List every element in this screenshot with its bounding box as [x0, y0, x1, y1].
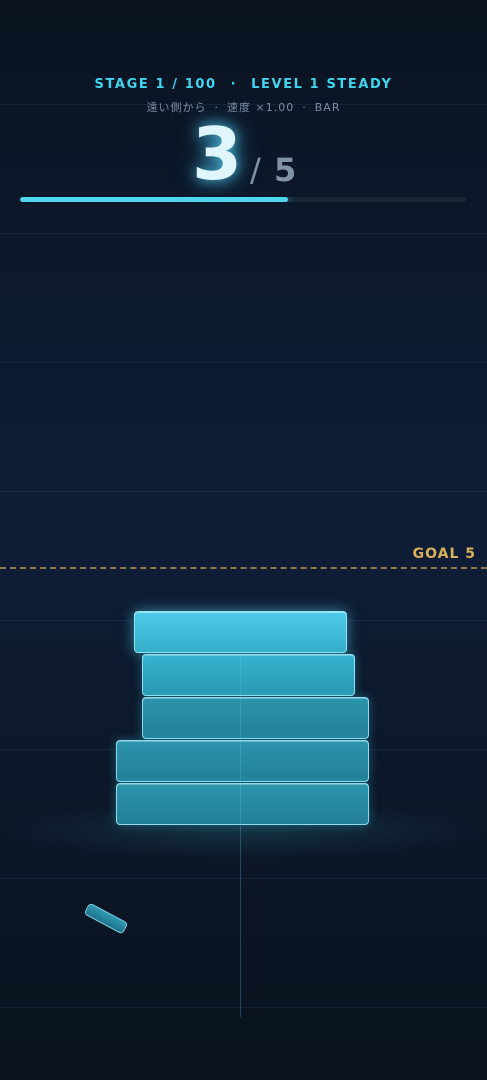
current-count: 3: [191, 112, 243, 196]
progress-bar: [20, 197, 466, 202]
grid-line: [0, 878, 487, 879]
count-slash: /: [250, 151, 261, 189]
goal-label: GOAL 5: [412, 546, 476, 562]
level-label: LEVEL 1 STEADY: [251, 77, 393, 92]
grid-line: [0, 1007, 487, 1008]
grid-line: [0, 362, 487, 363]
grid-line: [0, 491, 487, 492]
stack-block: [142, 697, 369, 739]
stack-block: [134, 611, 347, 653]
stack-block: [142, 654, 355, 696]
stage-level-line: STAGE 1 / 100 · LEVEL 1 STEADY: [0, 77, 487, 92]
grid-line: [0, 233, 487, 234]
drop-guide-line: [240, 655, 241, 1017]
score-counter: 3 / 5: [0, 112, 487, 196]
stage-label: STAGE 1 / 100: [94, 77, 217, 92]
progress-fill: [20, 197, 288, 202]
separator-dot: ·: [230, 77, 238, 92]
total-count: 5: [274, 151, 297, 189]
stack-block: [116, 783, 369, 825]
stack-block: [116, 740, 369, 782]
falling-fragment: [83, 902, 129, 935]
goal-line: [0, 567, 487, 569]
